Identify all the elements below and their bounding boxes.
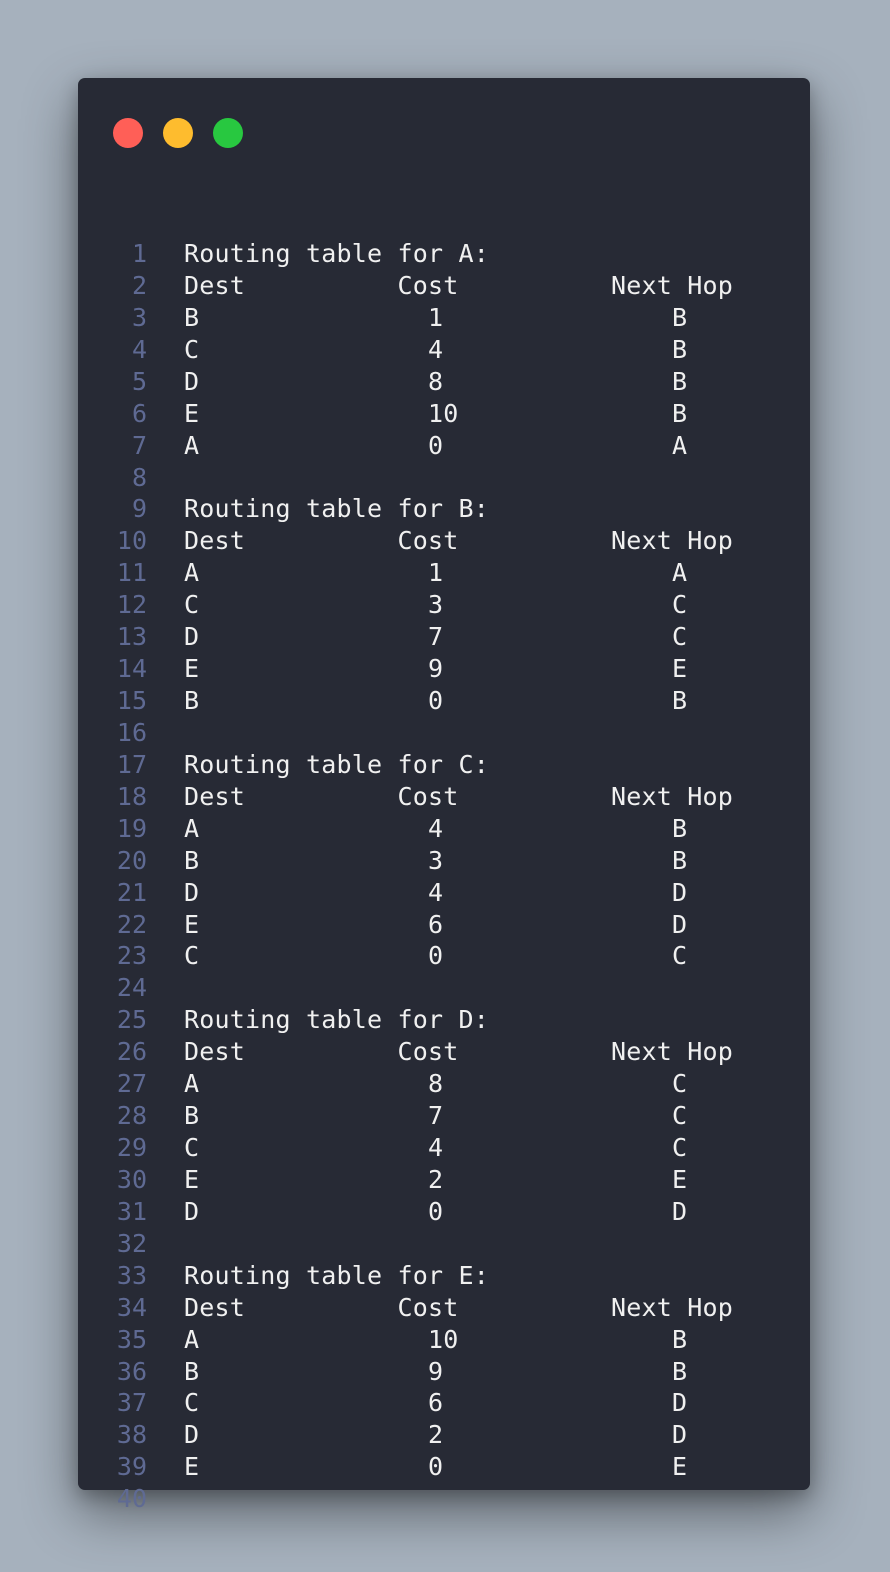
- maximize-window-button[interactable]: [213, 118, 243, 148]
- line-number: 31: [116, 1196, 147, 1226]
- line-number: 21: [116, 877, 147, 907]
- line-number: 6: [131, 398, 147, 428]
- line-number: 17: [116, 749, 147, 779]
- line-text: D 8 B: [184, 366, 688, 396]
- line-number: 29: [116, 1133, 147, 1163]
- line-text: D 2 D: [184, 1420, 688, 1450]
- line-number: 25: [116, 1005, 147, 1035]
- line-text: Routing table for C:: [184, 749, 490, 779]
- line-number: 9: [131, 494, 147, 524]
- line-number: 40: [116, 1484, 147, 1514]
- line-text: B 7 C: [184, 1101, 688, 1131]
- line-text: A 1 A: [184, 558, 688, 588]
- line-text: D 4 D: [184, 877, 688, 907]
- line-text: D 0 D: [184, 1196, 688, 1226]
- line-number: 39: [116, 1452, 147, 1482]
- line-text: A 10 B: [184, 1324, 688, 1354]
- line-text: E 6 D: [184, 909, 688, 939]
- line-text: Dest Cost Next Hop: [184, 526, 734, 556]
- code-window: 1 Routing table for A: 2 Dest Cost Next Hop…: [78, 78, 810, 1513]
- line-number: 4: [131, 334, 147, 364]
- line-text: E 9 E: [184, 654, 688, 684]
- line-number: 24: [116, 973, 147, 1003]
- line-text: B 1 B: [184, 302, 688, 332]
- line-text: E 0 E: [184, 1452, 688, 1482]
- line-number: 14: [116, 654, 147, 684]
- line-text: B 9 B: [184, 1356, 688, 1386]
- line-text: E 10 B: [184, 398, 688, 428]
- line-number: 28: [116, 1101, 147, 1131]
- line-number: 22: [116, 909, 147, 939]
- line-number: 3: [131, 302, 147, 332]
- line-text: Routing table for A:: [184, 239, 490, 268]
- line-number: 10: [116, 526, 147, 556]
- line-number: 18: [116, 781, 147, 811]
- line-text: E 2 E: [184, 1164, 688, 1194]
- line-number: 30: [116, 1164, 147, 1194]
- line-number: 34: [116, 1292, 147, 1322]
- line-number: 1: [131, 239, 147, 268]
- line-number: 20: [116, 845, 147, 875]
- line-text: C 6 D: [184, 1388, 688, 1418]
- line-number: 26: [116, 1037, 147, 1067]
- line-number: 12: [116, 590, 147, 620]
- line-text: B 3 B: [184, 845, 688, 875]
- line-number: 32: [116, 1228, 147, 1258]
- minimize-window-button[interactable]: [163, 118, 193, 148]
- line-number: 35: [116, 1324, 147, 1354]
- line-text: D 7 C: [184, 622, 688, 652]
- line-text: C 4 B: [184, 334, 688, 364]
- line-text: A 0 A: [184, 430, 688, 460]
- line-text: A 4 B: [184, 813, 688, 843]
- line-text: Dest Cost Next Hop: [184, 270, 734, 300]
- line-text: C 4 C: [184, 1133, 688, 1163]
- line-number: 11: [116, 558, 147, 588]
- line-number: 27: [116, 1069, 147, 1099]
- line-number: 5: [131, 366, 147, 396]
- line-number: 23: [116, 941, 147, 971]
- line-number: 8: [131, 462, 147, 492]
- line-text: Routing table for D:: [184, 1005, 490, 1035]
- line-number: 37: [116, 1388, 147, 1418]
- line-number: 16: [116, 717, 147, 747]
- line-number: 7: [131, 430, 147, 460]
- line-text: Dest Cost Next Hop: [184, 1037, 734, 1067]
- line-number: 33: [116, 1260, 147, 1290]
- line-text: C 0 C: [184, 941, 688, 971]
- line-number: 2: [131, 270, 147, 300]
- line-text: Dest Cost Next Hop: [184, 1292, 734, 1322]
- line-number: 19: [116, 813, 147, 843]
- line-text: Routing table for B:: [184, 494, 490, 524]
- line-text: C 3 C: [184, 590, 688, 620]
- line-text: A 8 C: [184, 1069, 688, 1099]
- line-text: Dest Cost Next Hop: [184, 781, 734, 811]
- line-number: 36: [116, 1356, 147, 1386]
- line-number: 13: [116, 622, 147, 652]
- line-text: B 0 B: [184, 686, 688, 716]
- line-text: Routing table for E:: [184, 1260, 490, 1290]
- close-window-button[interactable]: [113, 118, 143, 148]
- line-number: 38: [116, 1420, 147, 1450]
- line-number: 15: [116, 686, 147, 716]
